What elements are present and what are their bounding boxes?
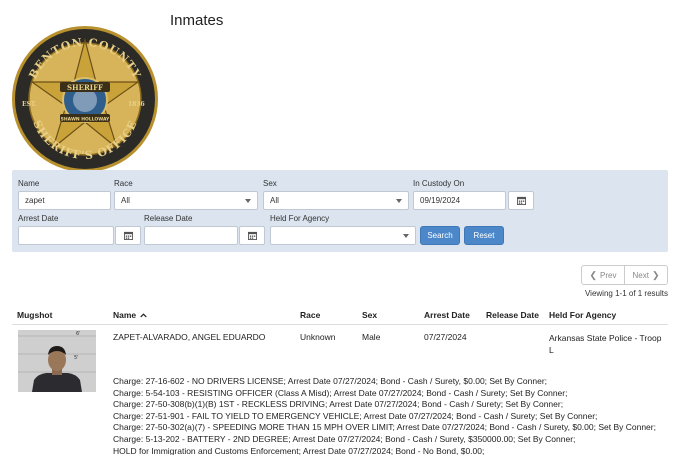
sheriff-badge-logo: SHERIFF SHAWN HOLLOWAY BENTON COUNTY SHE… [12, 26, 158, 172]
arrest-date-input[interactable] [18, 226, 114, 245]
badge-sheriff-name: SHAWN HOLLOWAY [61, 117, 110, 123]
sex-select[interactable]: All [263, 191, 409, 210]
search-button[interactable]: Search [420, 226, 460, 245]
release-date-label: Release Date [144, 214, 193, 223]
name-label: Name [18, 179, 40, 188]
column-header-name[interactable]: Name [113, 310, 147, 320]
next-page-button[interactable]: Next ❯ [624, 265, 668, 285]
column-header-release-date[interactable]: Release Date [486, 310, 539, 320]
height-mark-6ft: 6' [76, 331, 81, 337]
badge-est-text: EST. [22, 101, 37, 108]
release-date-calendar-button[interactable] [239, 226, 265, 245]
charge-line: Charge: 27-51-901 - FAIL TO YIELD TO EME… [113, 410, 598, 421]
calendar-icon [516, 196, 526, 205]
name-input[interactable]: zapet [18, 191, 111, 210]
inmate-race: Unknown [300, 332, 336, 342]
arrest-date-label: Arrest Date [18, 214, 59, 223]
held-for-agency-label: Held For Agency [270, 214, 330, 223]
chevron-down-icon [403, 233, 409, 238]
badge-center-text: SHERIFF [67, 83, 103, 92]
column-header-mugshot: Mugshot [17, 310, 53, 320]
chevron-left-icon: ❮ [589, 269, 598, 280]
race-label: Race [114, 179, 133, 188]
page-title: Inmates [170, 12, 224, 29]
charges-list: Charge: 27-16-602 - NO DRIVERS LICENSE; … [113, 376, 673, 455]
chevron-down-icon [245, 198, 251, 203]
agency-line-2: L [549, 345, 554, 355]
agency-line-1: Arkansas State Police - Troop [549, 333, 662, 343]
in-custody-calendar-button[interactable] [508, 191, 534, 210]
prev-label: Prev [600, 270, 617, 280]
inmate-name[interactable]: ZAPET-ALVARADO, ANGEL EDUARDO [113, 332, 265, 342]
sex-select-value: All [270, 196, 279, 205]
race-select[interactable]: All [114, 191, 258, 210]
calendar-icon [123, 231, 133, 240]
chevron-right-icon: ❯ [651, 269, 660, 280]
race-select-value: All [121, 196, 130, 205]
in-custody-date-input[interactable]: 09/19/2024 [413, 191, 506, 210]
charge-line: Charge: 5-54-103 - RESISTING OFFICER (Cl… [113, 387, 568, 398]
table-header-divider [12, 324, 668, 325]
reset-button[interactable]: Reset [464, 226, 504, 245]
charge-line: Charge: 5-13-202 - BATTERY - 2ND DEGREE;… [113, 433, 576, 444]
column-header-sex[interactable]: Sex [362, 310, 377, 320]
calendar-icon [247, 231, 257, 240]
badge-year-text: 1836 [128, 101, 145, 108]
inmate-held-for-agency: Arkansas State Police - Troop L [549, 332, 661, 356]
column-header-name-label: Name [113, 310, 137, 320]
search-filter-panel: Name zapet Race All Sex All In Custody O… [12, 170, 668, 252]
sort-ascending-icon [139, 313, 147, 318]
release-date-input[interactable] [144, 226, 238, 245]
height-mark-5ft: 5' [74, 355, 79, 361]
column-header-arrest-date[interactable]: Arrest Date [424, 310, 470, 320]
column-header-held-for-agency[interactable]: Held For Agency [549, 310, 616, 320]
charge-line: HOLD for Immigration and Customs Enforce… [113, 445, 485, 455]
inmate-arrest-date: 07/27/2024 [424, 332, 467, 342]
inmate-sex: Male [362, 332, 381, 342]
next-label: Next [632, 270, 649, 280]
charge-line: Charge: 27-50-308(b)(1)(B) 1ST - RECKLES… [113, 399, 564, 410]
charge-line: Charge: 27-16-602 - NO DRIVERS LICENSE; … [113, 376, 548, 386]
inmate-mugshot[interactable]: 6' 5' [18, 330, 96, 392]
sex-label: Sex [263, 179, 277, 188]
mugshot-image: 6' 5' [18, 330, 96, 392]
prev-page-button[interactable]: ❮ Prev [581, 265, 625, 285]
in-custody-label: In Custody On [413, 179, 465, 188]
charge-line: Charge: 27-50-302(a)(7) - SPEEDING MORE … [113, 422, 656, 433]
column-header-race[interactable]: Race [300, 310, 320, 320]
arrest-date-calendar-button[interactable] [115, 226, 141, 245]
results-count: Viewing 1-1 of 1 results [584, 289, 668, 298]
held-for-agency-select[interactable] [270, 226, 416, 245]
chevron-down-icon [396, 198, 402, 203]
